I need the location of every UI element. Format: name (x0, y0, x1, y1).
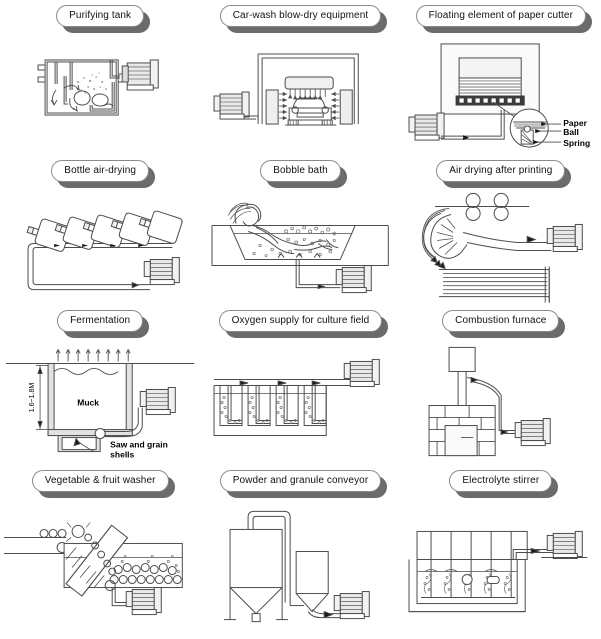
panel-floating-element-of-paper-cutter: Floating element of paper cutter Paper B… (401, 0, 601, 155)
pill-label: Fermentation (57, 310, 144, 332)
blower-icon (125, 587, 162, 616)
panel-title-purifying-tank: Purifying tank (56, 5, 151, 33)
panel-bobble-bath: Bobble bath (200, 155, 400, 305)
blower-icon (540, 530, 587, 559)
label-saw-grain-1: Saw and grain (110, 440, 168, 450)
panel-vegetable-fruit-washer: Vegetable & fruit washer (0, 465, 200, 639)
panel-title-powder-granule-conveyor: Powder and granule conveyor (219, 470, 388, 498)
panel-electrolyte-stirrer: Electrolyte stirrer (401, 465, 601, 639)
blower-icon (213, 91, 259, 121)
panel-fermentation: Fermentation Muck Saw and grain shells 1… (0, 305, 200, 465)
panel-title-car-wash: Car-wash blow-dry equipment (219, 5, 388, 33)
blower-icon (408, 110, 505, 141)
panel-car-wash-blow-dry-equipment: Car-wash blow-dry equipment (200, 0, 400, 155)
artwork-bobble-bath (200, 182, 400, 305)
artwork-powder-granule-conveyor (200, 492, 400, 639)
artwork-oxygen-supply (200, 332, 400, 465)
label-saw-grain-2: shells (110, 450, 134, 460)
panel-combustion-furnace: Combustion furnace (401, 305, 601, 465)
panel-air-drying-after-printing: Air drying after printing (401, 155, 601, 305)
pill-label: Purifying tank (56, 5, 145, 27)
panel-oxygen-supply-for-culture-field: Oxygen supply for culture field (200, 305, 400, 465)
label-tank-depth: 1.6~1.8M (29, 383, 36, 413)
blower-icon (143, 257, 180, 286)
pill-label: Powder and granule conveyor (219, 470, 382, 492)
artwork-vegetable-fruit-washer (0, 492, 200, 639)
artwork-bottle-air-drying (0, 182, 200, 305)
blower-icon (121, 59, 159, 91)
pill-label: Car-wash blow-dry equipment (219, 5, 382, 27)
artwork-car-wash (200, 27, 400, 155)
label-spring: Spring (563, 138, 590, 148)
pill-label: Oxygen supply for culture field (218, 310, 383, 332)
panel-title-combustion-furnace: Combustion furnace (442, 310, 566, 338)
panel-purifying-tank: Purifying tank (0, 0, 200, 155)
pill-label: Vegetable & fruit washer (31, 470, 169, 492)
blower-icon (139, 386, 176, 416)
artwork-combustion-furnace (401, 332, 601, 465)
pill-label: Air drying after printing (436, 160, 566, 182)
blower-icon (334, 591, 371, 620)
artwork-paper-cutter: Paper Ball Spring (401, 27, 601, 155)
pill-label: Bobble bath (260, 160, 341, 182)
blower-icon (344, 358, 381, 387)
blower-icon (546, 223, 583, 253)
pill-label: Combustion furnace (442, 310, 560, 332)
panel-bottle-air-drying: Bottle air-drying (0, 155, 200, 305)
artwork-fermentation: Muck Saw and grain shells 1.6~1.8M (0, 332, 200, 465)
artwork-purifying-tank (0, 27, 200, 155)
label-ball: Ball (563, 127, 579, 137)
panel-title-oxygen-supply: Oxygen supply for culture field (218, 310, 389, 338)
panel-title-fermentation: Fermentation (57, 310, 150, 338)
artwork-electrolyte-stirrer (401, 492, 601, 639)
pill-label: Floating element of paper cutter (415, 5, 587, 27)
pill-label: Electrolyte stirrer (449, 470, 553, 492)
diagram-grid: Purifying tank Car-wash blow-dry equipme… (0, 0, 601, 639)
panel-powder-and-granule-conveyor: Powder and granule conveyor (200, 465, 400, 639)
blower-icon (514, 418, 551, 447)
panel-title-air-drying-after-printing: Air drying after printing (436, 160, 572, 188)
pill-label: Bottle air-drying (51, 160, 150, 182)
panel-title-bottle-air-drying: Bottle air-drying (51, 160, 156, 188)
panel-title-electrolyte-stirrer: Electrolyte stirrer (449, 470, 559, 498)
artwork-air-drying-after-printing (401, 182, 601, 305)
panel-title-bobble-bath: Bobble bath (260, 160, 347, 188)
blower-icon (336, 265, 373, 294)
panel-title-vegetable-fruit-washer: Vegetable & fruit washer (31, 470, 175, 498)
label-muck: Muck (77, 398, 99, 408)
panel-title-paper-cutter: Floating element of paper cutter (415, 5, 593, 33)
